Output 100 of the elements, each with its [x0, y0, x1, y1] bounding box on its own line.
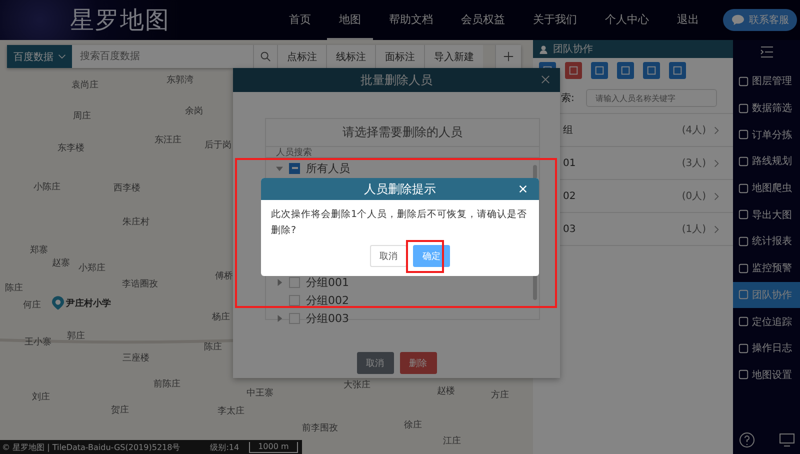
- nav-link[interactable]: 个人中心: [593, 0, 661, 40]
- member-search-field[interactable]: 人员搜索: [266, 146, 539, 158]
- toolbar-button[interactable]: 线标注: [326, 45, 375, 68]
- square-icon: [738, 182, 749, 194]
- contact-button[interactable]: 联系客服: [723, 9, 797, 31]
- chevron-right-icon: [714, 224, 719, 234]
- close-icon[interactable]: [541, 75, 550, 84]
- nav-link[interactable]: 退出: [665, 0, 711, 40]
- search-button[interactable]: [253, 45, 277, 68]
- sidebar-item[interactable]: 订单分拣: [733, 121, 800, 148]
- checkbox[interactable]: [289, 312, 300, 324]
- place-label: 郑寨: [30, 244, 48, 256]
- place-label: 朱庄村: [122, 216, 150, 228]
- place-label: 陈庄: [5, 282, 23, 294]
- square-icon: [594, 65, 605, 76]
- group-name: 01: [563, 158, 577, 168]
- place-label: 郭庄: [67, 330, 85, 342]
- place-label: 江庄: [443, 435, 461, 448]
- monitor-icon[interactable]: [778, 432, 794, 448]
- member-count: (3人): [682, 157, 706, 170]
- sidebar-item[interactable]: 统计报表: [733, 228, 800, 255]
- chevron-right-icon: [714, 126, 719, 134]
- panel-title: 团队协作: [553, 42, 593, 56]
- source-dropdown[interactable]: 百度数据: [7, 45, 72, 68]
- icon-button[interactable]: [643, 62, 660, 79]
- attribution-text: © 星罗地图 | TileData-Baidu-GS(2019)5218号: [2, 442, 180, 452]
- dialog-button[interactable]: 删除: [400, 352, 436, 374]
- square-icon: [738, 369, 749, 380]
- tree-label: 分组002: [306, 292, 349, 308]
- square-icon: [672, 65, 683, 76]
- place-label: 刘庄: [32, 391, 50, 404]
- chevron-down-icon: [58, 54, 66, 59]
- tree-label: 分组001: [306, 274, 349, 290]
- icon-button[interactable]: [669, 62, 686, 79]
- square-icon: [738, 262, 749, 274]
- poi-label: 尹庄村小学: [66, 297, 111, 310]
- dialog-button[interactable]: 取消: [370, 245, 407, 267]
- caret-icon[interactable]: [276, 278, 283, 286]
- selection-heading: 请选择需要删除的人员: [342, 124, 464, 141]
- scale-bar: 1000 m: [249, 442, 298, 452]
- sidebar-item[interactable]: 地图设置: [733, 362, 800, 388]
- toolbar-button[interactable]: 面标注: [375, 45, 424, 68]
- square-icon: [620, 65, 631, 76]
- chat-icon: [731, 14, 745, 26]
- sidebar-item[interactable]: 操作日志: [733, 334, 800, 362]
- caret-icon[interactable]: [276, 314, 283, 322]
- square-icon: [738, 156, 749, 167]
- place-label: 前李围孜: [302, 422, 338, 434]
- icon-button[interactable]: [617, 62, 634, 79]
- place-label: 赵楼: [437, 385, 455, 398]
- place-label: 三座楼: [122, 352, 150, 364]
- place-label: 东郭湾: [166, 74, 194, 86]
- checkbox[interactable]: [289, 162, 300, 174]
- checkbox[interactable]: [289, 294, 300, 306]
- dialog-button[interactable]: 取消: [356, 352, 394, 374]
- square-icon: [738, 236, 749, 247]
- place-label: 袁尚庄: [72, 79, 98, 92]
- toolbar-button[interactable]: 导入新建: [424, 45, 483, 68]
- square-icon: [738, 316, 749, 328]
- sidebar-item[interactable]: 导出大图: [733, 201, 800, 228]
- square-icon: [738, 129, 749, 140]
- place-label: 徐庄: [404, 419, 422, 432]
- sidebar-item[interactable]: 图层管理: [733, 68, 800, 95]
- chevron-right-icon: [714, 192, 719, 200]
- checkbox[interactable]: [289, 276, 300, 288]
- square-icon: [568, 65, 579, 76]
- zoom-level-text: 级别:14: [210, 442, 240, 452]
- tree-label: 所有人员: [306, 160, 350, 176]
- map-search-field[interactable]: 搜索百度数据: [72, 45, 253, 68]
- plus-icon: [503, 51, 514, 62]
- sidebar-item[interactable]: 定位追踪: [733, 308, 800, 335]
- dialog-title: 人员删除提示: [364, 180, 436, 198]
- place-label: 小陈庄: [34, 181, 60, 194]
- square-icon: [738, 102, 749, 114]
- place-label: 大张庄: [344, 379, 370, 392]
- dialog-title: 批量删除人员: [360, 72, 432, 88]
- nav-link[interactable]: 首页: [277, 0, 323, 40]
- caret-icon[interactable]: [276, 164, 283, 172]
- icon-button[interactable]: [591, 62, 608, 79]
- help-icon[interactable]: [738, 432, 754, 448]
- place-label: 东李楼: [58, 142, 84, 154]
- menu-icon[interactable]: [760, 46, 774, 58]
- place-label: 东汪庄: [154, 134, 182, 146]
- member-count: (4人): [682, 124, 706, 137]
- member-search-field[interactable]: 请输入人员名称关键字: [586, 89, 718, 107]
- place-label: 何庄: [23, 299, 41, 312]
- add-button[interactable]: [495, 45, 521, 68]
- search-icon: [260, 51, 271, 62]
- nav-link[interactable]: 关于我们: [521, 0, 589, 40]
- nav-link[interactable]: 会员权益: [449, 0, 517, 40]
- sidebar-item[interactable]: 地图爬虫: [733, 174, 800, 202]
- sidebar-item[interactable]: 监控预警: [733, 254, 800, 282]
- icon-button[interactable]: [565, 62, 582, 79]
- nav-link[interactable]: 帮助文档: [377, 0, 445, 40]
- toolbar-button[interactable]: 点标注: [277, 45, 326, 68]
- place-label: 贺庄: [111, 404, 129, 416]
- place-label: 周庄: [73, 110, 91, 122]
- person-icon: [539, 44, 548, 54]
- sidebar-item[interactable]: 数据筛选: [733, 94, 800, 122]
- sidebar-item[interactable]: 路线规划: [733, 148, 800, 175]
